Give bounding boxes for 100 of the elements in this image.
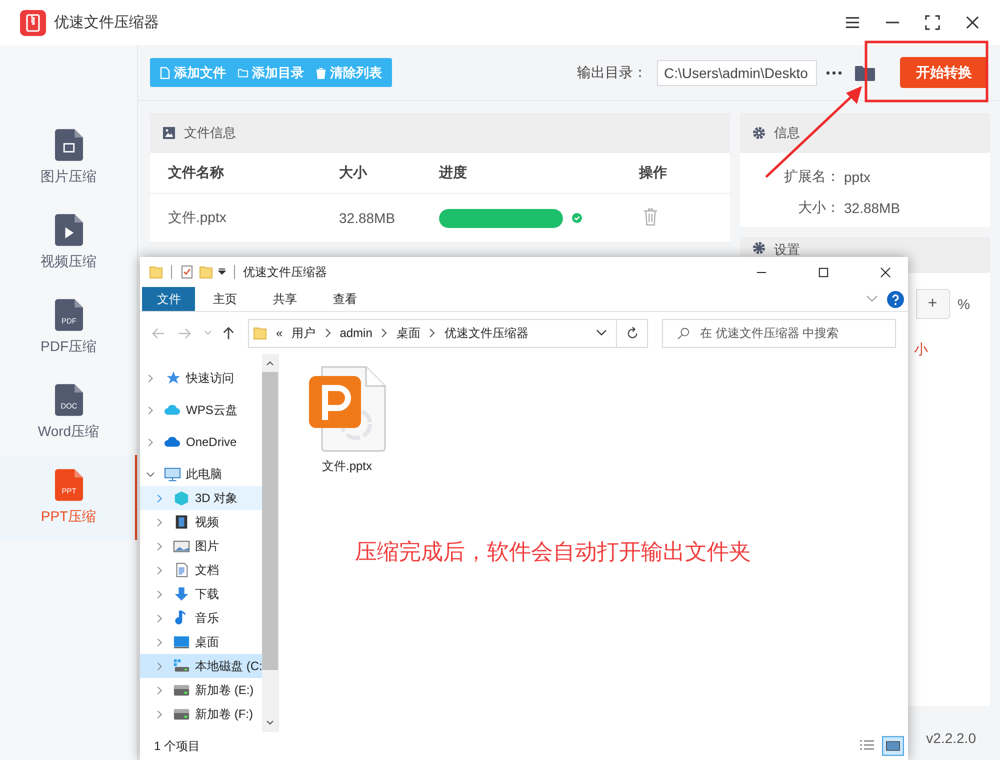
address-bar[interactable]: « 用户 admin 桌面 优速文件压缩器 [248,318,648,348]
ribbon-tab[interactable]: 文件 [142,287,195,311]
annotation-text: 压缩完成后，软件会自动打开输出文件夹 [355,539,751,564]
navigation-item[interactable]: 图片 [140,534,262,558]
breadcrumb-item[interactable]: 桌面 [396,324,420,342]
presentation-file-icon [308,366,386,452]
download-icon [173,586,190,602]
image-file-icon [54,129,82,161]
folder-icon [149,265,163,279]
start-button[interactable]: 开始转换 [900,57,988,88]
chevron-right-icon[interactable] [155,518,164,526]
navigation-item[interactable]: WPS云盘 [140,398,262,422]
back-icon[interactable] [152,326,165,340]
field-label: 大小： [797,198,840,216]
chevron-right-icon[interactable] [155,566,164,574]
folder-icon [253,326,267,340]
dropdown-icon[interactable] [218,268,226,276]
search-field[interactable]: 在 优速文件压缩器 中搜索 [662,318,896,348]
folder-icon [238,66,248,78]
properties-icon[interactable] [180,265,194,279]
column-header: 进度 [439,164,468,182]
breadcrumb-item[interactable]: 优速文件压缩器 [444,324,528,342]
window-title: 优速文件压缩器 [243,264,327,280]
document-file-icon: DOC [54,384,82,416]
chevron-right-icon[interactable] [155,686,164,694]
increment-button[interactable]: + [916,289,950,319]
breadcrumb-item[interactable]: admin [340,326,372,340]
sidebar-item[interactable]: 图片压缩 [0,115,137,200]
navigation-item[interactable]: 本地磁盘 (C: [140,654,262,678]
more-icon[interactable] [826,70,842,74]
delete-icon[interactable] [643,207,658,226]
navigation-item[interactable]: 新加卷 (E:) [140,678,262,702]
help-icon[interactable] [887,290,904,308]
forward-icon[interactable] [178,326,191,340]
breadcrumb-item[interactable]: 用户 [292,324,316,342]
document-file-icon: PPT [54,469,82,501]
navigation-item[interactable]: 快速访问 [140,366,262,390]
sidebar-item[interactable]: DOC Word压缩 [0,370,137,455]
navigation-item[interactable]: 音乐 [140,606,262,630]
trash-icon [316,66,326,78]
status-text: 1 个项目 [154,738,200,754]
sidebar-item[interactable]: PPT PPT压缩 [0,455,137,540]
chevron-down-icon[interactable] [146,470,155,478]
overflow-marker[interactable]: « [276,326,283,340]
chevron-down-icon[interactable] [596,329,607,337]
column-header: 文件名称 [167,164,225,182]
panel-title: 设置 [774,241,800,259]
field-value: 32.88MB [844,200,900,216]
image-icon [162,126,176,140]
navigation-item[interactable]: 此电脑 [140,462,262,486]
chevron-right-icon [429,328,436,338]
drive-icon [173,658,190,674]
gear-icon [752,241,766,255]
scroll-up-icon[interactable] [266,360,274,366]
navigation-item[interactable]: 桌面 [140,630,262,654]
navigation-item[interactable]: 下载 [140,582,262,606]
star-icon [164,370,181,386]
chevron-right-icon[interactable] [146,438,155,446]
file-item[interactable]: 文件.pptx [305,366,389,475]
up-icon[interactable] [222,326,235,340]
close-icon[interactable] [965,15,980,30]
navigation-item[interactable]: 视频 [140,510,262,534]
recent-locations-icon[interactable] [204,330,212,336]
document-file-icon: PDF [54,299,82,331]
column-header: 操作 [639,164,668,182]
chevron-right-icon[interactable] [155,662,164,670]
film-icon [173,514,190,530]
picture-icon [173,538,190,554]
navigation-item[interactable]: 文档 [140,558,262,582]
chevron-right-icon[interactable] [155,638,164,646]
gear-icon [752,126,766,140]
navigation-item[interactable]: OneDrive [140,430,262,454]
file-name: 文件.pptx [167,209,228,227]
hint-text: 小 [914,341,928,359]
file-icon [160,66,170,78]
refresh-icon[interactable] [626,326,639,340]
maximize-icon[interactable] [818,266,829,278]
column-header: 大小 [339,164,368,182]
output-path-field[interactable]: C:\Users\admin\Deskto [657,60,817,86]
navigation-item[interactable]: 3D 对象 [140,486,262,510]
scroll-down-icon[interactable] [266,720,274,726]
menu-icon[interactable] [845,15,860,30]
field-label: 扩展名： [783,168,840,186]
fullscreen-icon[interactable] [925,15,940,30]
chevron-right-icon[interactable] [155,494,164,502]
close-icon[interactable] [880,266,891,278]
chevron-right-icon[interactable] [155,590,164,598]
chevron-right-icon[interactable] [146,406,155,414]
thumbnail-view-icon[interactable] [882,736,904,756]
chevron-right-icon[interactable] [155,710,164,718]
navigation-item[interactable]: 新加卷 (F:) [140,702,262,726]
app-title: 优速文件压缩器 [54,13,159,32]
scrollbar[interactable] [262,354,278,732]
chevron-right-icon[interactable] [146,374,155,382]
monitor-icon [164,466,181,482]
sidebar-item[interactable]: 视频压缩 [0,200,137,285]
sidebar-item[interactable]: PDF PDF压缩 [0,285,137,370]
chevron-right-icon[interactable] [155,614,164,622]
file-size: 32.88MB [339,210,396,226]
chevron-right-icon[interactable] [155,542,164,550]
